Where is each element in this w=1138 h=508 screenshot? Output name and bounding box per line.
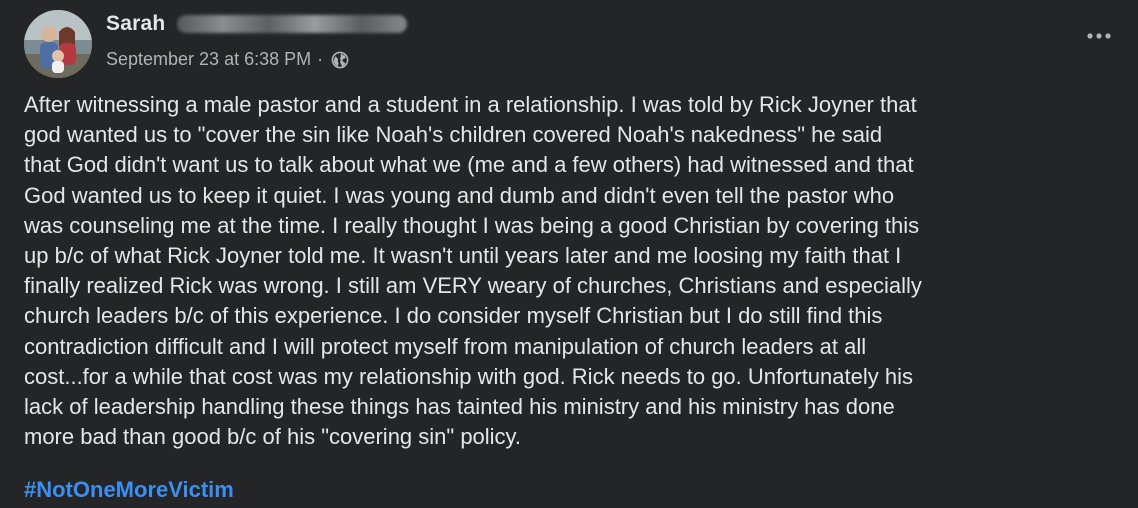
author-avatar[interactable] [24,10,92,78]
redacted-last-name [177,15,408,33]
hashtag-link[interactable]: #NotOneMoreVictim [24,477,234,503]
post-meta: September 23 at 6:38 PM · [106,49,349,70]
globe-icon[interactable] [331,51,349,69]
facebook-post: Sarah September 23 at 6:38 PM · After wi… [0,0,1138,508]
avatar-photo [24,10,92,78]
post-body: After witnessing a male pastor and a stu… [24,92,922,450]
post-timestamp[interactable]: September 23 at 6:38 PM [106,49,311,70]
meta-separator: · [317,49,324,69]
author-name[interactable]: Sarah [106,12,165,36]
more-options-icon[interactable] [1086,28,1112,44]
author-name-row[interactable]: Sarah [106,12,408,36]
